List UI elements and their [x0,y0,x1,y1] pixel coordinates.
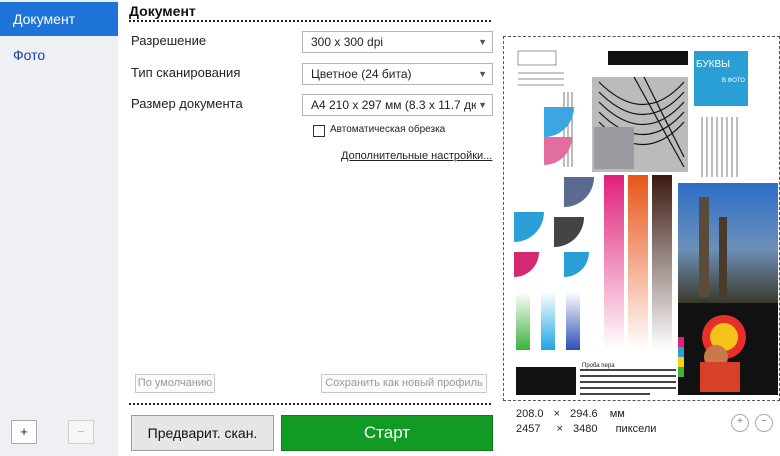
start-button[interactable]: Старт [281,415,493,451]
preview-area: БУКВЫ В ФОТО Проба пера [503,36,780,401]
caption-text: Проба пера [582,363,615,369]
section-divider-top [129,20,491,22]
preview-scan-button[interactable]: Предварит. скан. [131,415,274,451]
section-title: Документ [129,3,196,19]
section-divider-bottom [129,403,491,405]
scanned-test-chart-image: БУКВЫ В ФОТО Проба пера [513,45,778,397]
auto-crop-label: Автоматическая обрезка [330,124,446,135]
height-mm: 294.6 [570,408,598,420]
document-size-label: Размер документа [131,96,243,111]
remove-profile-button[interactable]: − [68,420,94,444]
unit-mm: мм [609,408,625,420]
resolution-label: Разрешение [131,33,207,48]
sidebar-item-document[interactable]: Документ [0,2,118,36]
scan-type-select[interactable]: Цветное (24 бита) ▼ [302,63,493,85]
scan-type-label: Тип сканирования [131,65,241,80]
document-size-select[interactable]: A4 210 x 297 мм (8.3 x 11.7 дюй… ▼ [302,94,493,116]
chevron-down-icon: ▼ [478,37,487,47]
zoom-out-icon[interactable]: − [755,414,773,432]
save-profile-button[interactable]: Сохранить как новый профиль [321,374,487,393]
width-mm: 208.0 [516,408,544,420]
zoom-in-icon[interactable]: + [731,414,749,432]
width-px: 2457 [516,423,541,435]
dimensions-mm: 208.0 × 294.6 мм [516,408,625,420]
advanced-settings-link[interactable]: Дополнительные настройки... [341,150,492,162]
dimensions-px: 2457 × 3480 пиксели [516,423,656,435]
badge-text: БУКВЫ [696,59,730,70]
resolution-select[interactable]: 300 x 300 dpi ▼ [302,31,493,53]
sidebar-item-photo[interactable]: Фото [0,38,118,72]
badge-subtext: В ФОТО [722,78,745,84]
chevron-down-icon: ▼ [478,69,487,79]
height-px: 3480 [573,423,598,435]
profile-sidebar: Документ Фото + − [0,0,118,456]
resolution-value: 300 x 300 dpi [311,35,384,49]
times-sign: × [556,423,563,435]
document-size-value: A4 210 x 297 мм (8.3 x 11.7 дюй… [311,98,476,112]
auto-crop-checkbox[interactable] [313,125,325,137]
restore-defaults-button[interactable]: По умолчанию [135,374,215,393]
chevron-down-icon: ▼ [478,100,487,110]
scan-type-value: Цветное (24 бита) [311,67,412,81]
times-sign: × [553,408,561,420]
unit-px: пиксели [615,423,657,435]
add-profile-button[interactable]: + [11,420,37,444]
